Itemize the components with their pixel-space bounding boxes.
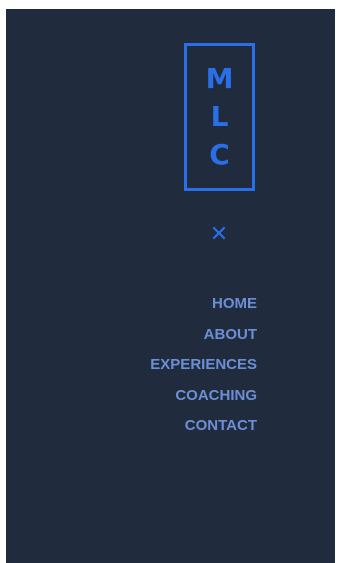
mobile-menu-panel: M L C ✕ HOME ABOUT EXPERIENCES COACHING …: [6, 9, 335, 563]
nav-item-experiences: EXPERIENCES: [150, 350, 257, 381]
nav-link-experiences[interactable]: EXPERIENCES: [150, 356, 257, 373]
nav-item-contact: CONTACT: [150, 411, 257, 442]
nav-item-coaching: COACHING: [150, 381, 257, 412]
logo[interactable]: M L C: [184, 43, 255, 191]
nav-link-about[interactable]: ABOUT: [204, 326, 257, 343]
nav-menu: HOME ABOUT EXPERIENCES COACHING CONTACT: [150, 289, 257, 442]
nav-link-contact[interactable]: CONTACT: [185, 417, 257, 434]
logo-letter-m: M: [205, 62, 234, 95]
logo-letter-c: C: [209, 138, 230, 171]
close-icon[interactable]: ✕: [208, 223, 230, 247]
nav-item-about: ABOUT: [150, 320, 257, 351]
nav-link-coaching[interactable]: COACHING: [175, 387, 257, 404]
logo-letter-l: L: [210, 100, 229, 133]
nav-link-home[interactable]: HOME: [212, 295, 257, 312]
nav-item-home: HOME: [150, 289, 257, 320]
